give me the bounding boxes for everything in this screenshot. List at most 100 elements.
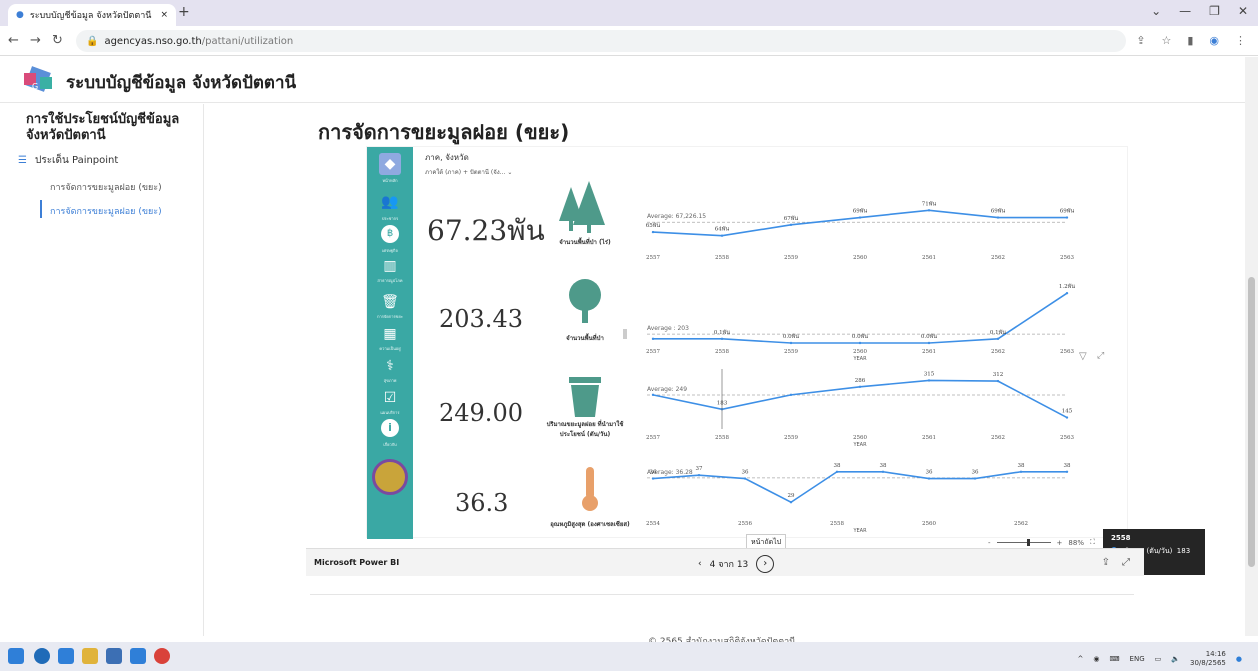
tick-label: 2562 [991, 349, 1005, 355]
prev-page-icon[interactable]: ‹ [698, 559, 702, 569]
nav-caption: ความเป็นอยู่ [379, 346, 401, 351]
nav-caption: เศรษฐกิจ [382, 248, 398, 253]
edge-icon[interactable] [34, 648, 50, 664]
data-point [973, 477, 977, 480]
data-label: 29 [788, 493, 795, 499]
bookmark-star-icon[interactable]: ☆ [1161, 34, 1171, 47]
reload-icon[interactable]: ↻ [52, 33, 63, 48]
page-indicator: 4 จาก 13 [709, 560, 749, 570]
data-label: 0.1พัน [990, 329, 1006, 336]
language-indicator[interactable]: ENG [1130, 655, 1145, 663]
axis-label: YEAR [852, 442, 867, 448]
data-point [789, 501, 793, 504]
tick-label: 2561 [922, 435, 936, 441]
kpi-waste-reuse: 249.00 [439, 399, 523, 427]
tick-label: 2558 [715, 435, 729, 441]
sidebar-item-waste-1[interactable]: การจัดการขยะมูลฝอย (ขยะ) [50, 180, 162, 194]
tick-label: 2559 [784, 435, 798, 441]
tick-label: 2557 [646, 255, 660, 261]
tab-search-icon[interactable]: ⌄ [1151, 4, 1161, 18]
data-point [858, 216, 862, 219]
nav-caption: สุขภาพ [383, 378, 397, 383]
data-label: 64พัน [715, 226, 730, 233]
data-label: 0.1พัน [714, 329, 730, 336]
checklist-icon[interactable]: ☑ [379, 387, 401, 409]
tooltip-year: 2558 [1111, 534, 1131, 542]
share-icon[interactable]: ⇪ [1136, 34, 1145, 47]
fit-page-icon[interactable]: ⛶ [1090, 538, 1095, 547]
data-point [720, 234, 724, 237]
data-point [996, 337, 1000, 341]
tooltip-value: 183 [1176, 547, 1191, 555]
zoom-control[interactable]: - + 88% ⛶ [988, 538, 1095, 547]
site-logo-icon[interactable]: G [18, 63, 58, 97]
sidebar-section[interactable]: ☰ ประเด็น Painpoint [18, 153, 118, 168]
page-scrollbar[interactable] [1245, 57, 1258, 636]
info-icon[interactable]: i [381, 419, 399, 437]
close-window-icon[interactable]: ✕ [1238, 4, 1248, 18]
utility-icon[interactable]: ▥ [379, 255, 401, 277]
data-point [651, 230, 655, 234]
filter-dropdown[interactable]: ภาคใต้ (ภาค) + ปัตตานี (จัง... ⌄ [425, 167, 512, 177]
browser-toolbar: ⇪ ☆ ▮ ◉ ⋮ [1136, 34, 1246, 47]
powerbi-brand[interactable]: Microsoft Power BI [314, 558, 399, 567]
tick-label: 2559 [784, 349, 798, 355]
tick-label: 2561 [922, 255, 936, 261]
store-icon[interactable] [130, 648, 146, 664]
menu-icon[interactable]: ⋮ [1235, 34, 1246, 47]
tree-icon [569, 279, 601, 323]
zoom-out-icon[interactable]: - [988, 539, 991, 547]
list-icon: ☰ [18, 155, 27, 166]
tab-close-icon[interactable]: × [160, 10, 168, 20]
tab-title: ระบบบัญชีข้อมูล จังหวัดปัตตานี [29, 11, 152, 21]
url-field[interactable]: 🔒 agencyas.nso.go.th/pattani/utilization [76, 30, 1126, 52]
tick-label: 2559 [784, 255, 798, 261]
trash-icon[interactable]: 🗑 [379, 291, 401, 313]
app-icon[interactable] [58, 648, 74, 664]
chrome-icon[interactable] [154, 648, 170, 664]
data-label: 37 [696, 466, 703, 472]
explorer-icon[interactable] [82, 648, 98, 664]
zoom-in-icon[interactable]: + [1057, 539, 1063, 547]
tray-chevron-icon[interactable]: ^ [1077, 655, 1083, 663]
next-page-icon[interactable]: › [756, 555, 775, 573]
calendar-icon[interactable]: ▦ [379, 323, 401, 345]
tick-label: 2558 [715, 255, 729, 261]
data-label: 69พัน [1060, 208, 1075, 215]
filter-visual-icon[interactable]: ▽ [1079, 351, 1087, 362]
profile-avatar-icon[interactable]: ◉ [1209, 34, 1219, 47]
data-label: 36 [972, 470, 979, 476]
clock[interactable]: 14:16 30/8/2565 [1190, 650, 1226, 668]
scroll-handle[interactable] [623, 329, 627, 339]
tick-label: 2561 [922, 349, 936, 355]
restore-icon[interactable]: ❐ [1209, 4, 1220, 18]
site-title[interactable]: ระบบบัญชีข้อมูล จังหวัดปัตตานี [66, 69, 296, 96]
nav-caption: สาธารณูปโภค [377, 278, 403, 283]
forward-icon[interactable]: → [30, 33, 41, 48]
network-icon[interactable]: ▭ [1155, 655, 1162, 663]
zoom-slider[interactable] [996, 539, 1051, 546]
focus-mode-icon[interactable]: ⤢ [1097, 351, 1104, 361]
health-icon[interactable]: ⚕ [379, 355, 401, 377]
share-report-icon[interactable]: ⇪ [1102, 557, 1110, 568]
population-icon[interactable]: 👥 [379, 191, 401, 213]
new-tab-button[interactable]: + [178, 4, 190, 20]
home-logo-icon[interactable]: ◆ [379, 153, 401, 175]
notification-icon[interactable]: ● [1236, 655, 1242, 663]
word-icon[interactable] [106, 648, 122, 664]
start-icon[interactable] [8, 648, 24, 664]
browser-tab[interactable]: ● ระบบบัญชีข้อมูล จังหวัดปัตตานี × [8, 4, 176, 26]
chevron-down-icon: ⌄ [507, 169, 513, 176]
sidebar-toggle-icon[interactable]: ▮ [1187, 34, 1193, 47]
province-seal-icon [372, 459, 408, 495]
sidebar-item-waste-2[interactable]: การจัดการขยะมูลฝอย (ขยะ) [50, 204, 162, 218]
baht-icon[interactable]: ฿ [381, 225, 399, 243]
minimize-icon[interactable]: — [1179, 4, 1191, 18]
scrollbar-thumb[interactable] [1248, 277, 1255, 567]
tray-app-icon[interactable]: ◉ [1093, 655, 1099, 663]
sidebar-section-label: ประเด็น Painpoint [34, 155, 119, 166]
back-icon[interactable]: ← [8, 33, 19, 48]
fullscreen-icon[interactable]: ⤢ [1122, 557, 1130, 568]
keyboard-icon[interactable]: ⌨ [1109, 655, 1119, 663]
volume-icon[interactable]: 🔈 [1171, 655, 1180, 663]
